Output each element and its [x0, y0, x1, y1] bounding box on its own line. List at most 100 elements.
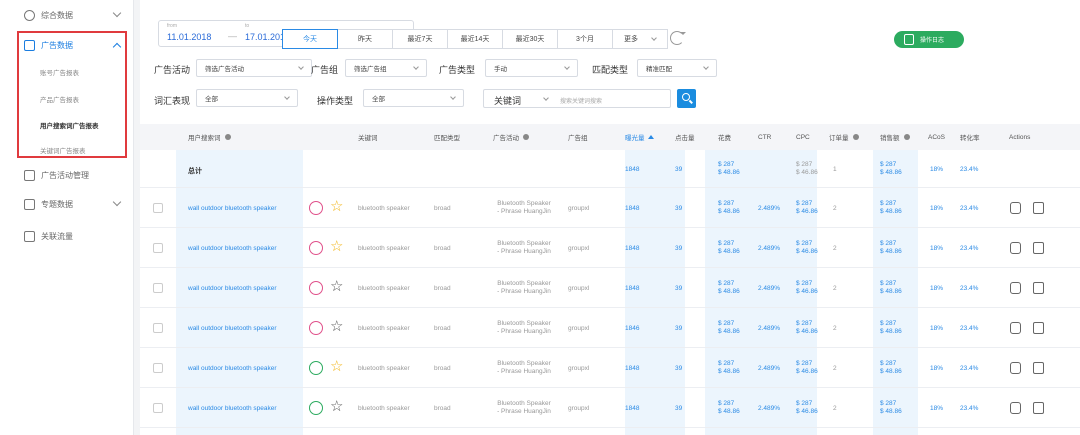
- perf-select[interactable]: 全部: [196, 89, 298, 107]
- acos-cell: 18%: [930, 324, 944, 332]
- table-row[interactable]: wall outdoor bluetooth speaker ☆ bluetooth…: [140, 308, 1080, 348]
- date-from-value[interactable]: 11.01.2018: [167, 32, 211, 42]
- match-select[interactable]: 精准匹配: [637, 59, 717, 77]
- range-14d-button[interactable]: 最近14天: [447, 29, 503, 49]
- range-more-dropdown[interactable]: 更多: [612, 29, 668, 49]
- total-cpc-1: $ 287: [796, 161, 813, 168]
- range-7d-button[interactable]: 最近7天: [392, 29, 448, 49]
- cart-star-icon[interactable]: ☆: [330, 398, 343, 416]
- nav-item-overview[interactable]: 综合数据: [0, 1, 134, 29]
- total-orders: 1: [833, 165, 837, 173]
- row-checkbox[interactable]: [153, 203, 163, 213]
- search-term-link[interactable]: wall outdoor bluetooth speaker: [188, 188, 277, 228]
- status-circle-icon[interactable]: [309, 201, 323, 215]
- total-cpc: $ 287 $ 46.86: [796, 150, 818, 188]
- edit-icon[interactable]: [1010, 242, 1021, 254]
- match-type-cell: broad: [434, 284, 451, 292]
- group-select[interactable]: 筛选广告组: [345, 59, 427, 77]
- header-impressions[interactable]: 曝光量: [625, 124, 654, 150]
- nav-item-campaign-mgmt[interactable]: 广告活动管理: [0, 161, 134, 189]
- orders-cell: 2: [833, 324, 837, 332]
- report-icon[interactable]: [1033, 322, 1044, 334]
- row-checkbox[interactable]: [153, 403, 163, 413]
- op-select[interactable]: 全部: [363, 89, 464, 107]
- table-row[interactable]: wall outdoor bluetooth speaker ☆ bluetooth…: [140, 228, 1080, 268]
- keyword-search-field[interactable]: 关键词 搜索关键词搜索: [483, 89, 671, 108]
- spend-line-1: $ 287: [718, 200, 735, 207]
- status-circle-icon[interactable]: [309, 241, 323, 255]
- report-icon[interactable]: [1033, 402, 1044, 414]
- keyword-cell: bluetooth speaker: [358, 244, 410, 252]
- header-ctr: CTR: [758, 133, 772, 141]
- edit-icon[interactable]: [1010, 402, 1021, 414]
- match-type-cell: broad: [434, 204, 451, 212]
- row-checkbox[interactable]: [153, 363, 163, 373]
- search-term-link[interactable]: wall outdoor bluetooth speaker: [188, 228, 277, 268]
- cart-star-icon[interactable]: ☆: [330, 358, 343, 376]
- status-circle-icon[interactable]: [309, 321, 323, 335]
- report-icon[interactable]: [1033, 202, 1044, 214]
- nav-item-topic-data[interactable]: 专题数据: [0, 190, 134, 218]
- type-select-value: 手动: [494, 66, 507, 73]
- edit-icon[interactable]: [1010, 362, 1021, 374]
- refresh-icon[interactable]: [670, 31, 686, 45]
- edit-icon[interactable]: [1010, 322, 1021, 334]
- type-select[interactable]: 手动: [485, 59, 578, 77]
- sales-line-1: $ 287: [880, 400, 897, 407]
- log-icon: [904, 34, 914, 45]
- header-orders[interactable]: 订单量: [829, 124, 859, 150]
- keyword-search-input[interactable]: 搜索关键词搜索: [560, 96, 602, 105]
- cpc-line-1: $ 287: [796, 200, 813, 207]
- header-search-term[interactable]: 用户搜索词: [188, 124, 231, 150]
- search-term-link[interactable]: wall outdoor bluetooth speaker: [188, 268, 277, 308]
- header-sales[interactable]: 销售额: [880, 124, 910, 150]
- row-checkbox[interactable]: [153, 283, 163, 293]
- perf-filter-label: 词汇表现: [154, 96, 191, 106]
- conversion-cell: 23.4%: [960, 244, 979, 252]
- range-today-button[interactable]: 今天: [282, 29, 338, 49]
- topic-icon: [24, 198, 35, 210]
- orders-cell: 2: [833, 284, 837, 292]
- keyword-type-select[interactable]: 关键词: [494, 94, 521, 107]
- search-term-link[interactable]: wall outdoor bluetooth speaker: [188, 348, 277, 388]
- cart-star-icon[interactable]: ☆: [330, 318, 343, 336]
- spend-cell: $ 287 $ 48.86: [718, 348, 740, 388]
- campaign-line-2: - Phrase HuangJin: [497, 208, 551, 215]
- range-buttons: 今天 昨天 最近7天 最近14天 最近30天 3个月 更多: [282, 29, 668, 49]
- table-row[interactable]: wall outdoor bluetooth speaker ☆ bluetooth…: [140, 348, 1080, 388]
- help-icon: [903, 134, 910, 140]
- row-checkbox-cell: [153, 388, 163, 428]
- report-icon[interactable]: [1033, 242, 1044, 254]
- cart-star-icon[interactable]: ☆: [330, 278, 343, 296]
- table-row[interactable]: wall outdoor bluetooth speaker ☆ bluetooth…: [140, 268, 1080, 308]
- cpc-line-2: $ 46.86: [796, 368, 818, 375]
- report-icon[interactable]: [1033, 362, 1044, 374]
- spend-line-1: $ 287: [718, 400, 735, 407]
- range-30d-button[interactable]: 最近30天: [502, 29, 558, 49]
- range-3m-button[interactable]: 3个月: [557, 29, 613, 49]
- status-circle-icon[interactable]: [309, 281, 323, 295]
- ctr-cell: 2.489%: [758, 284, 781, 292]
- cart-star-icon[interactable]: ☆: [330, 198, 343, 216]
- campaign-select[interactable]: 筛选广告活动: [196, 59, 312, 77]
- edit-icon[interactable]: [1010, 202, 1021, 214]
- search-button[interactable]: [677, 89, 696, 108]
- conversion-cell: 23.4%: [960, 204, 979, 212]
- nav-item-traffic[interactable]: 关联流量: [0, 222, 134, 250]
- row-checkbox[interactable]: [153, 243, 163, 253]
- search-term-link[interactable]: wall outdoor bluetooth speaker: [188, 308, 277, 348]
- search-term-link[interactable]: wall outdoor bluetooth speaker: [188, 388, 277, 428]
- status-circle-icon[interactable]: [309, 361, 323, 375]
- status-circle-icon[interactable]: [309, 401, 323, 415]
- campaign-line-1: Bluetooth Speaker: [497, 400, 551, 407]
- conversion-cell: 23.4%: [960, 404, 979, 412]
- header-campaign[interactable]: 广告活动: [493, 124, 529, 150]
- cart-star-icon[interactable]: ☆: [330, 238, 343, 256]
- range-yesterday-button[interactable]: 昨天: [337, 29, 393, 49]
- table-row[interactable]: wall outdoor bluetooth speaker ☆ bluetooth…: [140, 388, 1080, 428]
- report-icon[interactable]: [1033, 282, 1044, 294]
- edit-icon[interactable]: [1010, 282, 1021, 294]
- operation-log-button[interactable]: 操作日志: [894, 31, 964, 48]
- row-checkbox[interactable]: [153, 323, 163, 333]
- table-row[interactable]: wall outdoor bluetooth speaker ☆ bluetooth…: [140, 188, 1080, 228]
